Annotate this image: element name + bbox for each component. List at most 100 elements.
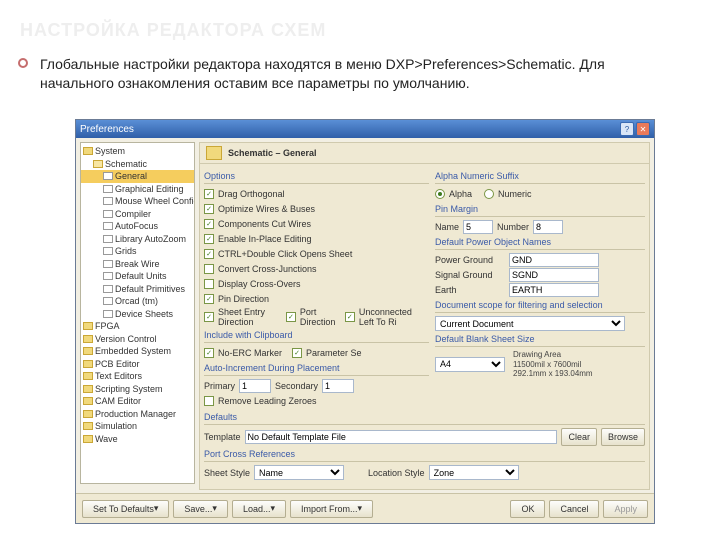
remove-zeroes-label: Remove Leading Zeroes — [218, 396, 317, 406]
tree-item[interactable]: Version Control — [81, 333, 194, 346]
locstyle-select[interactable]: Zone — [429, 465, 519, 480]
browse-button[interactable]: Browse — [601, 428, 645, 446]
tree-item[interactable]: Production Manager — [81, 408, 194, 421]
noerc-label: No-ERC Marker — [218, 348, 282, 358]
save-button[interactable]: Save... ▾ — [173, 500, 228, 518]
sheetstyle-select[interactable]: Name — [254, 465, 344, 480]
template-input[interactable] — [245, 430, 558, 444]
tree-item[interactable]: Text Editors — [81, 370, 194, 383]
remove-zeroes-checkbox[interactable] — [204, 396, 214, 406]
tree-item[interactable]: Graphical Editing — [81, 183, 194, 196]
option-checkbox[interactable]: ✓ — [204, 249, 214, 259]
option-label: Port Direction — [300, 307, 341, 327]
set-defaults-button[interactable]: Set To Defaults ▾ — [82, 500, 169, 518]
tree-item[interactable]: CAM Editor — [81, 395, 194, 408]
numeric-radio[interactable] — [484, 189, 494, 199]
load-button[interactable]: Load... ▾ — [232, 500, 286, 518]
option-label: Drag Orthogonal — [218, 189, 285, 199]
option-checkbox[interactable]: ✓ — [204, 189, 214, 199]
clear-button[interactable]: Clear — [561, 428, 597, 446]
tree-item[interactable]: AutoFocus — [81, 220, 194, 233]
powerground-input[interactable] — [509, 253, 599, 267]
docscope-select[interactable]: Current Document — [435, 316, 625, 331]
folder-icon — [83, 422, 93, 430]
tree-item[interactable]: Default Primitives — [81, 283, 194, 296]
tree-item[interactable]: Schematic — [81, 158, 194, 171]
page-icon — [103, 247, 113, 255]
paramset-label: Parameter Se — [306, 348, 362, 358]
tree-item[interactable]: System — [81, 145, 194, 158]
power-group-title: Default Power Object Names — [435, 237, 645, 247]
tree-item[interactable]: Simulation — [81, 420, 194, 433]
tree-item[interactable]: Orcad (tm) — [81, 295, 194, 308]
option-label: Pin Direction — [218, 294, 269, 304]
pinnum-input[interactable] — [533, 220, 563, 234]
slide-title: НАСТРОЙКА РЕДАКТОРА СХЕМ — [20, 20, 326, 41]
tree-item[interactable]: Default Units — [81, 270, 194, 283]
option-checkbox[interactable] — [204, 264, 214, 274]
tree-item[interactable]: Break Wire — [81, 258, 194, 271]
help-button[interactable]: ? — [620, 122, 634, 136]
tree-item[interactable]: Embedded System — [81, 345, 194, 358]
signalground-label: Signal Ground — [435, 270, 505, 280]
option-checkbox[interactable] — [204, 279, 214, 289]
cancel-button[interactable]: Cancel — [549, 500, 599, 518]
pinmargin-group-title: Pin Margin — [435, 204, 645, 214]
dialog-titlebar: Preferences ? ✕ — [76, 120, 654, 138]
sheetstyle-label: Sheet Style — [204, 468, 250, 478]
import-button[interactable]: Import From... ▾ — [290, 500, 373, 518]
preferences-dialog: Preferences ? ✕ SystemSchematicGeneralGr… — [75, 119, 655, 524]
tree-item[interactable]: Compiler — [81, 208, 194, 221]
option-checkbox[interactable]: ✓ — [345, 312, 355, 322]
clipboard-group-title: Include with Clipboard — [204, 330, 429, 340]
option-checkbox[interactable]: ✓ — [204, 294, 214, 304]
folder-icon — [83, 372, 93, 380]
page-icon — [103, 185, 113, 193]
page-icon — [103, 210, 113, 218]
tree-item[interactable]: Wave — [81, 433, 194, 446]
primary-input[interactable] — [239, 379, 271, 393]
earth-input[interactable] — [509, 283, 599, 297]
paramset-checkbox[interactable]: ✓ — [292, 348, 302, 358]
page-icon — [103, 272, 113, 280]
secondary-input[interactable] — [322, 379, 354, 393]
folder-icon — [83, 385, 93, 393]
close-button[interactable]: ✕ — [636, 122, 650, 136]
sheetsize-group-title: Default Blank Sheet Size — [435, 334, 645, 344]
option-checkbox[interactable]: ✓ — [204, 219, 214, 229]
option-checkbox[interactable]: ✓ — [204, 204, 214, 214]
signalground-input[interactable] — [509, 268, 599, 282]
ok-button[interactable]: OK — [510, 500, 545, 518]
tree-item[interactable]: Mouse Wheel Configuration — [81, 195, 194, 208]
apply-button[interactable]: Apply — [603, 500, 648, 518]
tree-item[interactable]: Grids — [81, 245, 194, 258]
pinname-input[interactable] — [463, 220, 493, 234]
noerc-checkbox[interactable]: ✓ — [204, 348, 214, 358]
option-label: Enable In-Place Editing — [218, 234, 312, 244]
earth-label: Earth — [435, 285, 505, 295]
option-checkbox[interactable]: ✓ — [204, 312, 214, 322]
tree-item[interactable]: Device Sheets — [81, 308, 194, 321]
tree-item[interactable]: PCB Editor — [81, 358, 194, 371]
folder-icon — [83, 347, 93, 355]
defaults-group-title: Defaults — [204, 412, 645, 422]
folder-icon — [83, 435, 93, 443]
tree-item[interactable]: Library AutoZoom — [81, 233, 194, 246]
category-tree[interactable]: SystemSchematicGeneralGraphical EditingM… — [80, 142, 195, 484]
alpha-label: Alpha — [449, 189, 472, 199]
options-group-title: Options — [204, 171, 429, 181]
breadcrumb-label: Schematic – General — [228, 148, 317, 158]
page-icon — [103, 310, 113, 318]
tree-item[interactable]: FPGA — [81, 320, 194, 333]
option-checkbox[interactable]: ✓ — [204, 234, 214, 244]
folder-icon — [83, 335, 93, 343]
folder-icon — [206, 146, 222, 160]
sheetsize-select[interactable]: A4 — [435, 357, 505, 372]
tree-item[interactable]: General — [81, 170, 194, 183]
bullet-icon — [18, 58, 28, 68]
alpha-radio[interactable] — [435, 189, 445, 199]
page-icon — [103, 297, 113, 305]
tree-item[interactable]: Scripting System — [81, 383, 194, 396]
breadcrumb: Schematic – General — [199, 142, 650, 164]
option-checkbox[interactable]: ✓ — [286, 312, 296, 322]
